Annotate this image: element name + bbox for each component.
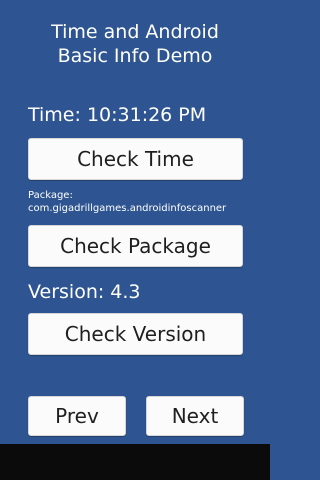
- check-time-button[interactable]: Check Time: [28, 138, 243, 180]
- package-label: Package:: [28, 190, 73, 201]
- page-title: Time and Android Basic Info Demo: [0, 20, 270, 68]
- package-value: com.gigadrillgames.androidinfoscanner: [28, 203, 227, 214]
- package-info: Package: com.gigadrillgames.androidinfos…: [28, 189, 226, 215]
- title-line-1: Time and Android: [51, 21, 219, 43]
- check-version-button[interactable]: Check Version: [28, 313, 243, 355]
- prev-button[interactable]: Prev: [28, 396, 126, 436]
- version-display: Version: 4.3: [28, 281, 141, 303]
- check-package-button[interactable]: Check Package: [28, 225, 243, 267]
- next-button[interactable]: Next: [146, 396, 244, 436]
- time-display: Time: 10:31:26 PM: [28, 104, 207, 126]
- bottom-bar: [0, 444, 270, 480]
- title-line-2: Basic Info Demo: [57, 45, 213, 67]
